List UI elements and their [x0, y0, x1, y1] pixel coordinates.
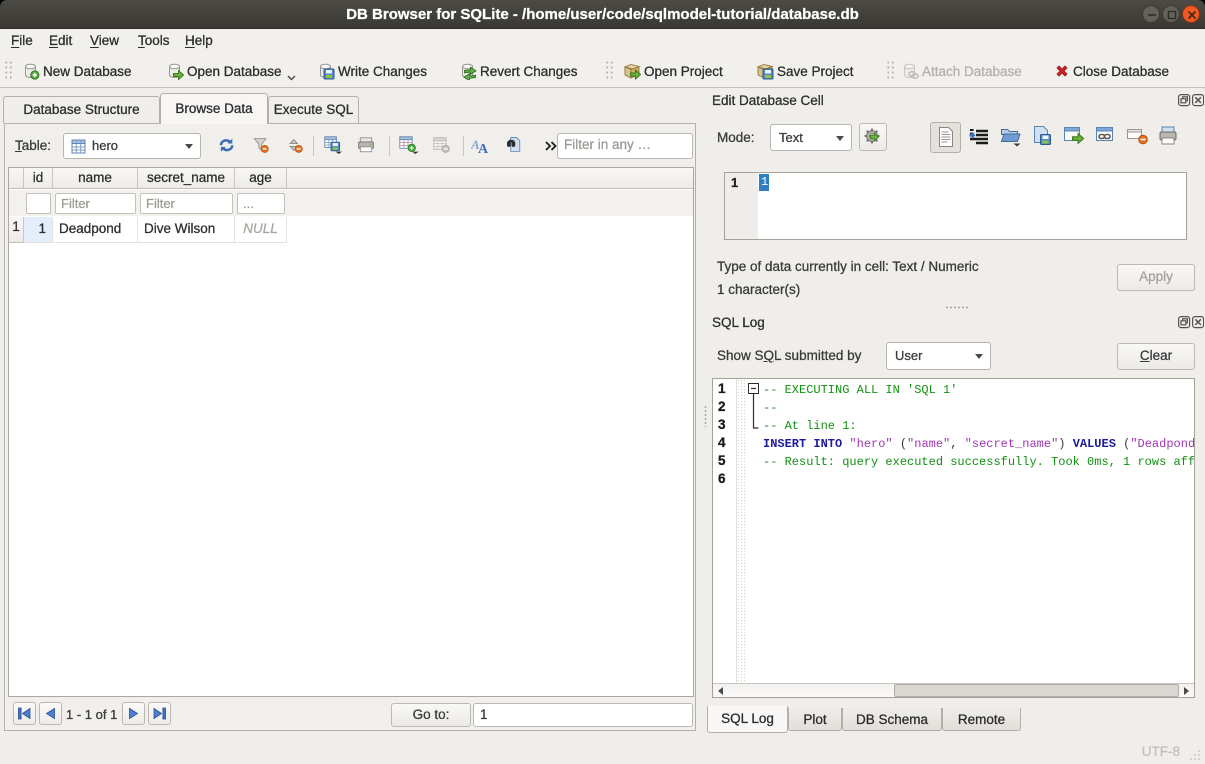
svg-text:A: A	[478, 142, 489, 157]
